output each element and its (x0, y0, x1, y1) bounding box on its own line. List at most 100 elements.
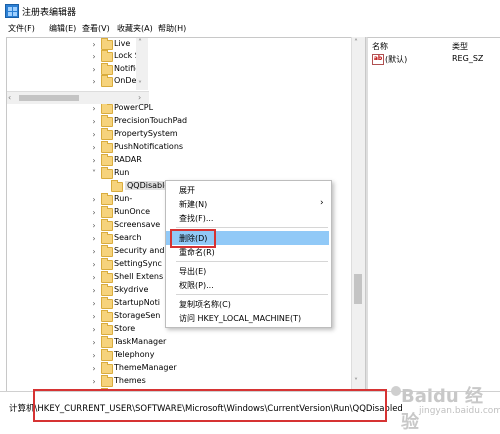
folder-icon (101, 219, 113, 231)
tree-item-label: Themes (114, 376, 146, 385)
menu-item-new[interactable]: 新建(N) › (166, 197, 329, 211)
watermark-sub-text: jingyan.baidu.com (419, 406, 500, 416)
folder-icon (101, 128, 113, 140)
chevron-right-icon[interactable]: › (90, 234, 98, 243)
title-bar: 注册表编辑器 (0, 0, 500, 21)
tree-item-label: Security and (114, 246, 165, 255)
tree-item-label: StorageSen (114, 311, 161, 320)
menu-item-permissions[interactable]: 权限(P)... (166, 278, 329, 292)
scroll-down-icon[interactable]: ˅ (354, 377, 358, 386)
menu-item-export[interactable]: 导出(E) (166, 264, 329, 278)
folder-icon (101, 50, 113, 62)
chevron-down-icon[interactable]: ˅ (90, 169, 98, 178)
menu-edit[interactable]: 编辑(E) (49, 23, 76, 34)
chevron-right-icon[interactable]: › (90, 338, 98, 347)
value-name: (默认) (385, 55, 408, 64)
chevron-right-icon[interactable]: › (90, 351, 98, 360)
folder-icon (101, 38, 113, 50)
menu-bar: 文件(F) 编辑(E) 查看(V) 收藏夹(A) 帮助(H) (0, 20, 500, 36)
tree-item-label: ThemeManager (114, 363, 177, 372)
column-header-type[interactable]: 类型 (452, 41, 468, 52)
baidu-watermark: Baidu 经验 jingyan.baidu.com (389, 378, 500, 433)
chevron-right-icon[interactable]: › (90, 104, 98, 113)
chevron-right-icon[interactable]: › (90, 130, 98, 139)
folder-icon (101, 154, 113, 166)
column-header-name[interactable]: 名称 (372, 41, 388, 52)
chevron-right-icon[interactable]: › (90, 208, 98, 217)
folder-icon (101, 375, 113, 387)
chevron-right-icon[interactable]: › (90, 143, 98, 152)
folder-icon (101, 193, 113, 205)
folder-icon (101, 75, 113, 87)
folder-icon (101, 271, 113, 283)
chevron-right-icon[interactable]: › (90, 156, 98, 165)
context-menu: 展开 新建(N) › 查找(F)... 删除(D) 重命名(R) 导出(E) 权… (165, 180, 332, 328)
tree-item-label: StartupNoti (114, 298, 160, 307)
menu-item-find[interactable]: 查找(F)... (166, 211, 329, 225)
tree-item-label: Screensave (114, 220, 161, 229)
folder-icon (101, 362, 113, 374)
chevron-right-icon[interactable]: › (90, 364, 98, 373)
tree-item-label: TaskManager (114, 337, 167, 346)
tree-item-label: PushNotifications (114, 142, 184, 151)
menu-item-goto-hklm[interactable]: 访问 HKEY_LOCAL_MACHINE(T) (166, 311, 329, 325)
annotation-highlight-path (33, 389, 387, 422)
tree-item-label: Telephony (114, 350, 155, 359)
tree-item-label: Run (114, 168, 130, 177)
folder-icon (101, 102, 113, 114)
chevron-right-icon[interactable]: › (90, 77, 98, 86)
submenu-arrow-icon: › (320, 198, 324, 208)
menu-file[interactable]: 文件(F) (8, 23, 35, 34)
menu-help[interactable]: 帮助(H) (158, 23, 186, 34)
tree-item-label: SettingSync (114, 259, 162, 268)
scrollbar-thumb[interactable] (19, 95, 79, 101)
menu-item-expand[interactable]: 展开 (166, 183, 329, 197)
window-title: 注册表编辑器 (22, 8, 77, 18)
tree-item-label: Live (114, 39, 131, 48)
folder-icon (101, 336, 113, 348)
tree-item-label: Skydrive (114, 285, 149, 294)
chevron-right-icon[interactable]: › (90, 260, 98, 269)
chevron-right-icon[interactable]: › (90, 299, 98, 308)
inner-scrollbar[interactable]: ˄ ˅ (136, 38, 148, 90)
values-pane[interactable]: 名称 类型 ab (默认) REG_SZ (366, 37, 500, 392)
tree-item-label: Search (114, 233, 142, 242)
chevron-right-icon[interactable]: › (90, 273, 98, 282)
chevron-right-icon[interactable]: › (90, 65, 98, 74)
chevron-right-icon[interactable]: › (90, 117, 98, 126)
value-type: REG_SZ (452, 54, 484, 63)
tree-item-label: Shell Extens (114, 272, 164, 281)
menu-favorites[interactable]: 收藏夹(A) (117, 23, 153, 34)
tree-item-label: PrecisionTouchPad (114, 116, 188, 125)
chevron-right-icon[interactable]: › (90, 195, 98, 204)
folder-icon (101, 115, 113, 127)
folder-icon (101, 245, 113, 257)
chevron-right-icon[interactable]: › (90, 40, 98, 49)
chevron-right-icon[interactable]: › (90, 377, 98, 386)
menu-item-copy-key-name[interactable]: 复制项名称(C) (166, 297, 329, 311)
scroll-up-icon[interactable]: ˄ (354, 38, 358, 47)
scroll-right-icon[interactable]: › (138, 93, 141, 102)
menu-view[interactable]: 查看(V) (82, 23, 110, 34)
chevron-right-icon[interactable]: › (90, 286, 98, 295)
value-row[interactable]: ab (默认) REG_SZ (370, 53, 500, 65)
paw-logo-icon (391, 386, 401, 396)
menu-separator (176, 261, 328, 262)
folder-icon (101, 323, 113, 335)
chevron-right-icon[interactable]: › (90, 325, 98, 334)
folder-icon (111, 180, 123, 192)
scroll-left-icon[interactable]: ‹ (8, 93, 11, 102)
chevron-right-icon[interactable]: › (90, 247, 98, 256)
folder-icon (101, 349, 113, 361)
scrollbar-thumb[interactable] (354, 274, 362, 304)
chevron-right-icon[interactable]: › (90, 312, 98, 321)
chevron-right-icon[interactable]: › (90, 52, 98, 61)
scroll-down-icon[interactable]: ˅ (138, 80, 142, 89)
folder-icon (101, 284, 113, 296)
scroll-up-icon[interactable]: ˄ (138, 38, 142, 47)
menu-separator (176, 227, 328, 228)
horizontal-scrollbar[interactable]: ‹ › (7, 91, 149, 104)
tree-vertical-scrollbar[interactable]: ˄ ˅ (351, 37, 365, 390)
tree-item-label: PropertySystem (114, 129, 178, 138)
chevron-right-icon[interactable]: › (90, 221, 98, 230)
